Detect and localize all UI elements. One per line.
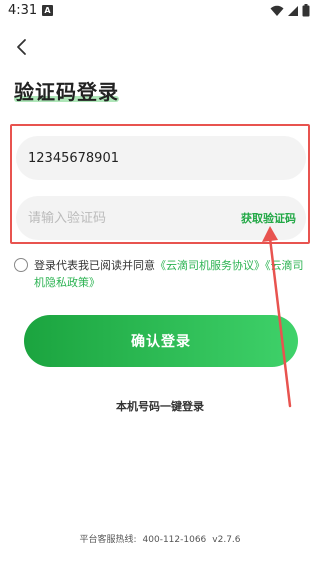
- footer: 平台客服热线: 400-112-1066 v2.7.6: [0, 532, 320, 545]
- agreement-text: 登录代表我已阅读并同意: [34, 259, 155, 272]
- status-time: 4:31: [8, 3, 38, 18]
- agreement-text-block: 登录代表我已阅读并同意《云滴司机服务协议》《云滴司机隐私政策》: [34, 257, 310, 291]
- annotation-highlight-box: 获取验证码: [10, 124, 310, 244]
- one-click-login-link[interactable]: 本机号码一键登录: [0, 398, 320, 414]
- notification-icon: A: [42, 5, 53, 16]
- signal-icon: [288, 5, 298, 16]
- wifi-icon: [270, 5, 284, 16]
- status-bar: 4:31 A: [0, 0, 320, 24]
- code-field[interactable]: 获取验证码: [16, 196, 306, 240]
- hotline-label: 平台客服热线:: [79, 535, 137, 545]
- service-agreement-link[interactable]: 《云滴司机服务协议》: [155, 259, 265, 272]
- battery-icon: [302, 4, 310, 17]
- status-icons: [270, 4, 310, 17]
- page-title: 验证码登录: [14, 80, 119, 104]
- phone-input[interactable]: [28, 150, 228, 166]
- back-button[interactable]: [12, 36, 34, 58]
- agreement-row: 登录代表我已阅读并同意《云滴司机服务协议》《云滴司机隐私政策》: [14, 257, 310, 291]
- code-input[interactable]: [28, 210, 228, 226]
- confirm-login-button[interactable]: 确认登录: [24, 315, 298, 367]
- app-version: v2.7.6: [212, 535, 241, 545]
- get-code-button[interactable]: 获取验证码: [241, 210, 296, 226]
- back-arrow-icon: [17, 39, 26, 55]
- phone-field[interactable]: [16, 136, 306, 180]
- hotline-number: 400-112-1066: [142, 535, 207, 545]
- agreement-checkbox[interactable]: [14, 258, 28, 272]
